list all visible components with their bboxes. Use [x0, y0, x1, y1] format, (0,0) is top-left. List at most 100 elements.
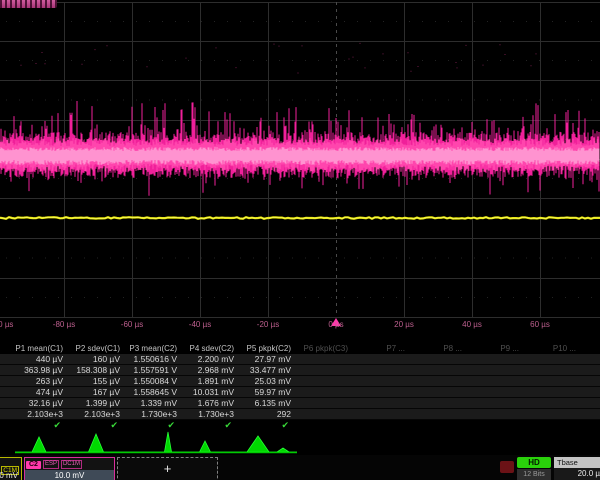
c2-coupling-badge: DC1M	[61, 460, 82, 469]
measure-cell: 32.16 µV	[12, 398, 69, 408]
measure-cell: 1.557591 V	[126, 365, 183, 375]
measure-cell	[297, 387, 354, 397]
status-check-icon: ✔	[69, 420, 126, 431]
time-tick-label: -80 µs	[53, 320, 75, 329]
measure-cell	[468, 376, 525, 386]
hd-bits-label: 12 Bits	[517, 469, 551, 480]
measure-cell: 1.730e+3	[183, 409, 240, 419]
measure-cell	[297, 354, 354, 364]
c2-esp-badge: ESP	[43, 460, 59, 469]
measure-cell	[468, 354, 525, 364]
measure-cell	[354, 354, 411, 364]
measure-cell: 167 µV	[69, 387, 126, 397]
time-tick-label: 60 µs	[530, 320, 550, 329]
measure-cell	[354, 409, 411, 419]
measure-cell: 1.730e+3	[126, 409, 183, 419]
measure-cell: 158.308 µV	[69, 365, 126, 375]
c2-vertical-scale: 10.0 mV	[25, 470, 114, 480]
time-tick-label: -100 µs	[0, 320, 13, 329]
measure-column-header[interactable]: P1 mean(C1)	[12, 343, 69, 354]
time-tick-label: -60 µs	[121, 320, 143, 329]
measure-cell	[354, 376, 411, 386]
c2-persistence-dots	[21, 43, 536, 81]
channel-c1-descriptor[interactable]: C1M 0 mV	[0, 457, 22, 480]
measure-row-max: 474 µV167 µV1.558645 V10.031 mV59.97 mV	[0, 387, 600, 398]
measure-cell: 474 µV	[12, 387, 69, 397]
measure-cell	[297, 365, 354, 375]
measure-cell	[525, 409, 582, 419]
status-check-icon: ✔	[240, 420, 297, 431]
measure-cell	[525, 354, 582, 364]
measure-column-header[interactable]: P9 ...	[468, 343, 525, 354]
add-trace-button[interactable]: +	[117, 457, 218, 480]
oscilloscope-screen: -100 µs -80 µs -60 µs -40 µs -20 µs 0 µs 20 µs…	[0, 0, 600, 480]
measure-cell	[525, 376, 582, 386]
measure-cell	[297, 376, 354, 386]
c1-vertical-scale: 0 mV	[0, 470, 21, 480]
measure-cell: 1.676 mV	[183, 398, 240, 408]
measure-cell: 2.103e+3	[69, 409, 126, 419]
status-check-icon: ✔	[12, 420, 69, 431]
measure-column-header[interactable]: P8 ...	[411, 343, 468, 354]
measure-cell	[354, 365, 411, 375]
measure-column-header[interactable]: P5 pkpk(C2)	[240, 343, 297, 354]
measure-cell: 33.477 mV	[240, 365, 297, 375]
measure-cell	[354, 387, 411, 397]
status-check-icon: ✔	[126, 420, 183, 431]
time-tick-label: -20 µs	[257, 320, 279, 329]
trigger-descriptor-fragment[interactable]	[500, 461, 514, 473]
time-tick-label: -40 µs	[189, 320, 211, 329]
measure-cell: 1.399 µV	[69, 398, 126, 408]
measure-cell	[468, 387, 525, 397]
timebase-label: Tbase	[554, 457, 600, 468]
measure-column-header[interactable]: P6 pkpk(C3)	[297, 343, 354, 354]
status-empty	[354, 420, 411, 431]
measure-cell	[411, 398, 468, 408]
status-empty	[525, 420, 582, 431]
measure-cell	[297, 398, 354, 408]
measure-cell: 440 µV	[12, 354, 69, 364]
measure-cell: 27.97 mV	[240, 354, 297, 364]
measure-cell: 1.558645 V	[126, 387, 183, 397]
measure-cell	[411, 387, 468, 397]
status-check-icon: ✔	[183, 420, 240, 431]
measure-row-sdev: 32.16 µV1.399 µV1.339 mV1.676 mV6.135 mV	[0, 398, 600, 409]
measure-cell: 160 µV	[69, 354, 126, 364]
status-empty	[411, 420, 468, 431]
measure-column-header[interactable]: P3 mean(C2)	[126, 343, 183, 354]
measure-cell: 25.03 mV	[240, 376, 297, 386]
measure-row-value: 440 µV160 µV1.550616 V2.200 mV27.97 mV	[0, 354, 600, 365]
status-empty	[297, 420, 354, 431]
time-tick-label: 0 µs	[328, 320, 343, 329]
measure-cell: 2.200 mV	[183, 354, 240, 364]
measure-column-header[interactable]: P10 ...	[525, 343, 582, 354]
measure-cell: 59.97 mV	[240, 387, 297, 397]
channel-c2-descriptor[interactable]: C2 ESP DC1M 10.0 mV	[24, 457, 115, 480]
measure-cell	[297, 409, 354, 419]
timebase-descriptor[interactable]: Tbase 20.0 µs	[554, 457, 600, 480]
measure-cell: 6.135 mV	[240, 398, 297, 408]
measure-header-row: P1 mean(C1)P2 sdev(C1)P3 mean(C2)P4 sdev…	[0, 343, 600, 354]
measure-status-row: ✔✔✔✔✔	[0, 420, 600, 431]
measure-cell	[468, 409, 525, 419]
measure-column-header[interactable]: P7 ...	[354, 343, 411, 354]
measure-column-header[interactable]: P4 sdev(C2)	[183, 343, 240, 354]
measure-cell: 1.550616 V	[126, 354, 183, 364]
hd-mode-badge[interactable]: HD 12 Bits	[517, 457, 551, 480]
c2-channel-badge: C2	[26, 461, 41, 469]
measure-row-min: 263 µV155 µV1.550084 V1.891 mV25.03 mV	[0, 376, 600, 387]
measure-cell: 155 µV	[69, 376, 126, 386]
time-tick-label: 20 µs	[394, 320, 414, 329]
measure-cell: 1.891 mV	[183, 376, 240, 386]
measure-cell: 2.103e+3	[12, 409, 69, 419]
measure-cell: 292	[240, 409, 297, 419]
histogram-trace	[15, 432, 297, 452]
time-axis: -100 µs -80 µs -60 µs -40 µs -20 µs 0 µs 20 µs…	[0, 320, 600, 333]
measure-cell: 1.339 mV	[126, 398, 183, 408]
measure-cell	[468, 365, 525, 375]
hd-label: HD	[517, 457, 551, 468]
measurement-table: P1 mean(C1)P2 sdev(C1)P3 mean(C2)P4 sdev…	[0, 343, 600, 431]
measure-cell	[411, 354, 468, 364]
measure-row-num: 2.103e+32.103e+31.730e+31.730e+3292	[0, 409, 600, 420]
measure-column-header[interactable]: P2 sdev(C1)	[69, 343, 126, 354]
